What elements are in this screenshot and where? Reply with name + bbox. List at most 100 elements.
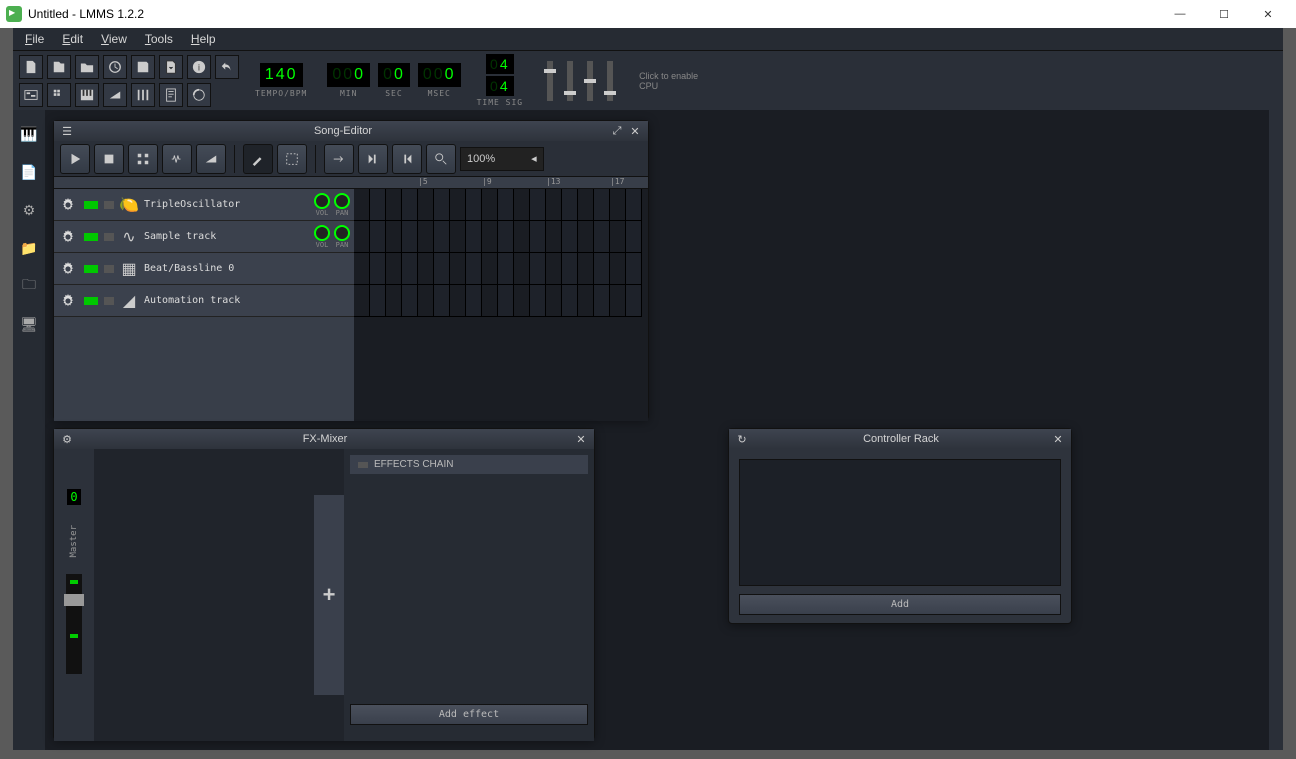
sidebar-projects-icon[interactable]: 🗀 — [19, 276, 39, 296]
project-notes-button[interactable] — [159, 83, 183, 107]
track-name[interactable]: Sample track — [144, 231, 308, 242]
controller-rack-close-icon[interactable]: ✕ — [1051, 432, 1065, 446]
mixer-icon: ⚙ — [60, 432, 74, 446]
song-editor-button[interactable] — [19, 83, 43, 107]
sidebar-samples-icon[interactable]: 📄 — [19, 162, 39, 182]
solo-toggle[interactable] — [104, 265, 114, 273]
solo-toggle[interactable] — [104, 201, 114, 209]
record-button[interactable] — [128, 144, 158, 174]
add-controller-button[interactable]: Add — [739, 594, 1061, 615]
new-from-template-button[interactable] — [47, 55, 71, 79]
timeline[interactable]: |5 |9 |13 |17 — [354, 177, 648, 421]
app-window: File Edit View Tools Help i — [13, 28, 1283, 750]
controller-rack-button[interactable] — [187, 83, 211, 107]
skip-start-button[interactable] — [392, 144, 422, 174]
workspace-scrollbar[interactable] — [1269, 110, 1283, 750]
record-accomp-button[interactable] — [162, 144, 192, 174]
track-name[interactable]: Automation track — [144, 295, 354, 306]
close-button[interactable]: ✕ — [1246, 0, 1290, 28]
piano-roll-button[interactable] — [75, 83, 99, 107]
mute-toggle[interactable] — [84, 297, 98, 305]
recent-button[interactable] — [103, 55, 127, 79]
chain-toggle-icon[interactable] — [358, 462, 368, 468]
zoom-selector[interactable]: 100%◂ — [460, 147, 544, 171]
song-editor-toolbar: 100%◂ — [54, 141, 648, 177]
hq-slider[interactable] — [567, 61, 573, 101]
mute-toggle[interactable] — [84, 233, 98, 241]
extra-slider[interactable] — [607, 61, 613, 101]
maximize-button[interactable]: ☐ — [1202, 0, 1246, 28]
pan-knob[interactable] — [334, 225, 350, 241]
menu-edit[interactable]: Edit — [54, 30, 91, 48]
solo-toggle[interactable] — [104, 297, 114, 305]
menu-tools[interactable]: Tools — [137, 30, 181, 48]
track-row[interactable]: ∿ Sample track VOL PAN — [54, 221, 354, 253]
sidebar-home-icon[interactable]: 📁 — [19, 238, 39, 258]
tempo-display[interactable]: 140 TEMPO/BPM — [255, 63, 307, 98]
song-editor-maximize-icon[interactable]: ⤢ — [610, 124, 624, 138]
master-pitch-slider[interactable] — [587, 61, 593, 101]
cpu-info[interactable]: Click to enable CPU — [639, 71, 698, 91]
mute-toggle[interactable] — [84, 201, 98, 209]
fx-master-strip[interactable]: 0 Master — [54, 449, 94, 741]
gear-icon[interactable] — [58, 291, 78, 311]
fx-mixer-close-icon[interactable]: ✕ — [574, 432, 588, 446]
menu-view[interactable]: View — [93, 30, 135, 48]
mute-toggle[interactable] — [84, 265, 98, 273]
skip-end-button[interactable] — [358, 144, 388, 174]
vol-knob[interactable] — [314, 193, 330, 209]
track-row[interactable]: ◢ Automation track — [54, 285, 354, 317]
master-volume-slider[interactable] — [547, 61, 553, 101]
window-title: Untitled - LMMS 1.2.2 — [28, 7, 144, 21]
pan-knob[interactable] — [334, 193, 350, 209]
gear-icon[interactable] — [58, 227, 78, 247]
bb-editor-button[interactable] — [47, 83, 71, 107]
minimize-button[interactable]: — — [1158, 0, 1202, 28]
left-sidebar: 🎹 📄 ⚙ 📁 🗀 🖥 — [13, 110, 45, 750]
sidebar-instruments-icon[interactable]: 🎹 — [19, 124, 39, 144]
master-fader[interactable] — [66, 574, 82, 674]
song-editor-close-icon[interactable]: ✕ — [628, 124, 642, 138]
fx-mixer-button[interactable] — [131, 83, 155, 107]
draw-mode-button[interactable] — [243, 144, 273, 174]
add-channel-button[interactable]: + — [314, 495, 344, 695]
song-editor-titlebar[interactable]: ☰ Song-Editor ⤢ ✕ — [54, 121, 648, 141]
leaf-icon: 🍋 — [120, 196, 138, 214]
track-list: 🍋 TripleOscillator VOL PAN ∿ Sample trac… — [54, 177, 354, 421]
track-name[interactable]: TripleOscillator — [144, 199, 308, 210]
controller-rack-window: ↻ Controller Rack ✕ Add — [728, 428, 1072, 624]
main-toolbar: i 140 TEMPO/BPM 000 MIN 00 — [13, 50, 1283, 110]
edit-mode-button[interactable] — [277, 144, 307, 174]
track-row[interactable]: ▦ Beat/Bassline 0 — [54, 253, 354, 285]
time-sec: 00 SEC — [378, 63, 410, 98]
play-button[interactable] — [60, 144, 90, 174]
menu-help[interactable]: Help — [183, 30, 224, 48]
open-button[interactable] — [75, 55, 99, 79]
stop-button[interactable] — [94, 144, 124, 174]
zoom-icon[interactable] — [426, 144, 456, 174]
gear-icon[interactable] — [58, 259, 78, 279]
song-editor-icon: ☰ — [60, 124, 74, 138]
track-name[interactable]: Beat/Bassline 0 — [144, 263, 354, 274]
sidebar-presets-icon[interactable]: ⚙ — [19, 200, 39, 220]
timesig-display[interactable]: 04 04 TIME SIG — [477, 54, 524, 107]
sidebar-computer-icon[interactable]: 🖥 — [19, 314, 39, 334]
vol-knob[interactable] — [314, 225, 330, 241]
undo-button[interactable] — [215, 55, 239, 79]
controller-rack-titlebar[interactable]: ↻ Controller Rack ✕ — [729, 429, 1071, 449]
new-project-button[interactable] — [19, 55, 43, 79]
fx-mixer-window: ⚙ FX-Mixer ✕ 0 Master + — [53, 428, 595, 740]
automation-editor-button[interactable] — [103, 83, 127, 107]
save-button[interactable] — [131, 55, 155, 79]
menu-file[interactable]: File — [17, 30, 52, 48]
track-row[interactable]: 🍋 TripleOscillator VOL PAN — [54, 189, 354, 221]
menubar: File Edit View Tools Help — [13, 28, 1283, 50]
add-effect-button[interactable]: Add effect — [350, 704, 588, 725]
export-button[interactable] — [159, 55, 183, 79]
fx-mixer-titlebar[interactable]: ⚙ FX-Mixer ✕ — [54, 429, 594, 449]
gear-icon[interactable] — [58, 195, 78, 215]
add-track-button[interactable] — [196, 144, 226, 174]
loop-forward-button[interactable] — [324, 144, 354, 174]
whatsthis-button[interactable]: i — [187, 55, 211, 79]
solo-toggle[interactable] — [104, 233, 114, 241]
